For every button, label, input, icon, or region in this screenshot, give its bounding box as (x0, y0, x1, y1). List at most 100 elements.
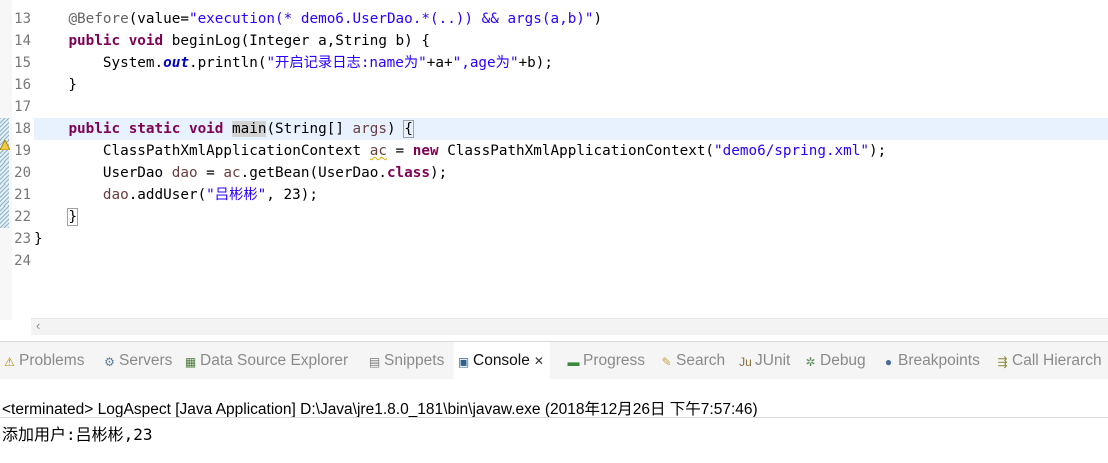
code-line[interactable]: ClassPathXmlApplicationContext ac = new … (34, 140, 1108, 162)
string-literal: ",age为" (452, 55, 519, 71)
code-line[interactable]: public void beginLog(Integer a,String b)… (34, 30, 1108, 52)
tab-junit[interactable]: Ju JUnit (739, 342, 790, 379)
problems-icon: ⚠ (4, 355, 15, 369)
code-line[interactable]: UserDao dao = ac.getBean(UserDao.class); (34, 162, 1108, 184)
matching-bracket: { (403, 120, 414, 138)
static-field: out (163, 55, 189, 71)
code-text: ); (868, 143, 887, 159)
tab-debug[interactable]: ✲ Debug (804, 342, 866, 379)
code-text: = (386, 143, 413, 159)
string-literal: "demo6/spring.xml" (714, 143, 869, 159)
code-text: .getBean(UserDao. (240, 165, 387, 181)
line-number: 20 (14, 165, 31, 181)
tab-label: Servers (119, 352, 173, 369)
tab-problems[interactable]: ⚠ Problems (3, 342, 84, 379)
tab-snippets[interactable]: ▤ Snippets (368, 342, 445, 379)
code-line[interactable]: dao.addUser("吕彬彬", 23); (34, 184, 1108, 206)
code-text: ); (430, 165, 448, 181)
search-icon: ✎ (661, 355, 672, 369)
line-number: 15 (14, 55, 31, 71)
code-text: ) (593, 11, 603, 27)
tab-label: Debug (820, 352, 866, 369)
horizontal-scrollbar[interactable]: ‹ (31, 318, 1108, 335)
code-line[interactable]: System.out.println("开启记录日志:name为"+a+",ag… (34, 52, 1108, 74)
method-name-highlight: main (232, 121, 267, 137)
keyword: class (386, 165, 430, 181)
keyword: public (68, 33, 121, 49)
code-text: = (197, 165, 224, 181)
code-text: ClassPathXmlApplicationContext (102, 143, 370, 159)
code-editor[interactable]: 13 14 15 16 17 18 19 20 21 22 23 24 @Bef… (0, 0, 1108, 340)
line-number: 22 (14, 209, 31, 225)
tab-label: Problems (19, 352, 85, 369)
tab-label: JUnit (755, 352, 791, 369)
local-variable: ac (223, 165, 241, 181)
call-hierarchy-icon: ⇶ (997, 355, 1008, 369)
tab-breakpoints[interactable]: ● Breakpoints (882, 342, 980, 379)
code-line[interactable] (34, 250, 1108, 272)
servers-icon: ⚙ (104, 355, 115, 369)
junit-icon: Ju (739, 355, 752, 369)
line-number: 23 (14, 231, 31, 247)
code-line[interactable]: } (34, 228, 1108, 250)
console-process-label: <terminated> LogAspect [Java Application… (2, 401, 758, 418)
code-text: beginLog(Integer a,String b) { (163, 33, 430, 49)
keyword: void (128, 33, 164, 49)
data-source-icon: ▦ (184, 355, 197, 369)
tab-progress[interactable]: ▬ Progress (567, 342, 646, 379)
tab-label: Console (473, 352, 530, 369)
keyword: void (188, 121, 224, 137)
code-line[interactable] (34, 96, 1108, 118)
code-line-current[interactable]: public static void main(String[] args) { (34, 118, 1108, 140)
code-text: (String[] (266, 121, 353, 137)
tab-call-hierarch[interactable]: ⇶ Call Hierarch (996, 342, 1102, 379)
line-number: 14 (14, 33, 31, 49)
text-cursor (412, 121, 414, 137)
line-number: 16 (14, 77, 31, 93)
tab-label: Data Source Explorer (200, 352, 349, 369)
tab-console[interactable]: ▣ Console ✕ (454, 342, 550, 379)
console-divider (0, 417, 1108, 418)
tab-servers[interactable]: ⚙ Servers (103, 342, 172, 379)
local-variable: dao (102, 187, 129, 203)
local-variable: dao (171, 165, 198, 181)
tab-search[interactable]: ✎ Search (660, 342, 725, 379)
snippets-icon: ▤ (368, 355, 381, 369)
tab-label: Breakpoints (898, 352, 980, 369)
breakpoints-icon: ● (884, 355, 893, 369)
tab-data-source-explorer[interactable]: ▦ Data Source Explorer (184, 342, 348, 379)
code-text: , 23); (266, 187, 318, 203)
scroll-left-icon[interactable]: ‹ (36, 318, 40, 333)
code-text: ClassPathXmlApplicationContext( (438, 143, 715, 159)
code-text: +b); (518, 55, 553, 71)
console-view[interactable]: <terminated> LogAspect [Java Application… (0, 379, 1108, 463)
view-tab-bar: ⚠ Problems ⚙ Servers ▦ Data Source Explorer ▤ S… (0, 341, 1108, 380)
parameter: args (352, 121, 387, 137)
code-text: .addUser( (128, 187, 207, 203)
code-text: +a+ (426, 55, 453, 71)
code-line[interactable]: } (34, 74, 1108, 96)
tab-label: Snippets (384, 352, 445, 369)
string-literal: "吕彬彬" (206, 187, 267, 203)
code-text: (value= (128, 11, 189, 27)
progress-icon: ▬ (567, 355, 580, 369)
line-number: 18 (14, 121, 31, 137)
close-icon[interactable]: ✕ (534, 354, 544, 368)
string-literal: "execution(* demo6.UserDao.*(..)) && arg… (188, 11, 594, 27)
line-number: 19 (14, 143, 31, 159)
tab-label: Call Hierarch (1012, 352, 1102, 369)
code-line[interactable]: @Before(value="execution(* demo6.UserDao… (34, 8, 1108, 30)
line-number: 13 (14, 11, 31, 27)
local-variable-warning: ac (369, 143, 387, 159)
code-text: ) (386, 121, 405, 137)
keyword: public (68, 121, 121, 137)
code-line[interactable]: } (34, 206, 1108, 228)
line-number: 21 (14, 187, 31, 203)
